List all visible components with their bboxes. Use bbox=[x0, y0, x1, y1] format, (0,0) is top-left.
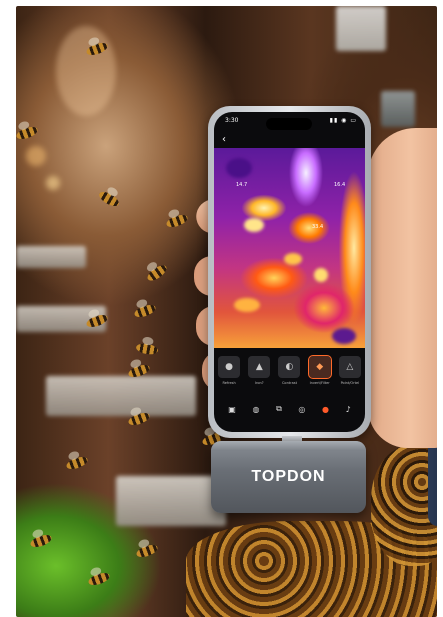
bee bbox=[134, 542, 160, 560]
hot-spot bbox=[284, 253, 302, 265]
hot-spot bbox=[314, 268, 328, 282]
bee bbox=[96, 189, 122, 209]
wall-bracket bbox=[381, 91, 415, 127]
refresh-icon: ● bbox=[218, 356, 241, 378]
gallery-icon[interactable]: ▣ bbox=[228, 405, 236, 414]
tool-bar: ▣ ◍ ⧉ ◎ ● ♪ bbox=[220, 402, 359, 416]
bee bbox=[86, 570, 112, 588]
mode-invert[interactable]: ◆ Invert/Filter bbox=[307, 355, 333, 396]
point-icon: △ bbox=[338, 356, 361, 378]
bee bbox=[164, 212, 190, 230]
mode-label: Invert/Filter bbox=[309, 381, 330, 385]
bee bbox=[126, 410, 152, 428]
palette-icon: ▲ bbox=[248, 356, 271, 378]
record-icon[interactable]: ● bbox=[322, 405, 329, 414]
copy-icon[interactable]: ⧉ bbox=[276, 404, 282, 414]
mode-label: Iron? bbox=[254, 381, 264, 385]
mode-refresh[interactable]: ● Refresh bbox=[216, 356, 242, 396]
temperature-readout: 14.7 bbox=[236, 182, 248, 188]
mode-bar: ● Refresh ▲ Iron? ◐ Contrast ◆ Invert/Fi… bbox=[214, 355, 365, 396]
bokeh-light bbox=[56, 26, 116, 116]
mode-point[interactable]: △ Point/Ortel bbox=[337, 356, 363, 396]
bee bbox=[135, 342, 159, 356]
settings-icon[interactable]: ◍ bbox=[252, 405, 259, 414]
mode-label: Contrast bbox=[281, 381, 297, 385]
bee bbox=[28, 532, 54, 550]
mode-contrast[interactable]: ◐ Contrast bbox=[276, 356, 302, 396]
contrast-icon: ◐ bbox=[278, 356, 301, 378]
brand-logo: TOPDON bbox=[251, 468, 326, 485]
hive-plank bbox=[16, 246, 86, 268]
hot-spot bbox=[234, 298, 260, 312]
bee bbox=[64, 454, 90, 472]
status-icons: ▮▮ ◉ ▭ bbox=[329, 117, 357, 124]
mode-iron[interactable]: ▲ Iron? bbox=[246, 356, 272, 396]
status-time: 3:30 bbox=[225, 117, 239, 124]
mode-label: Point/Ortel bbox=[340, 381, 360, 385]
hive-sign bbox=[336, 6, 386, 51]
thermal-camera-module: TOPDON bbox=[211, 441, 366, 513]
audio-icon[interactable]: ♪ bbox=[346, 405, 351, 414]
dynamic-island bbox=[266, 118, 312, 130]
hive-plank bbox=[116, 476, 226, 526]
mode-label: Refresh bbox=[222, 381, 236, 385]
bokeh-light bbox=[46, 176, 60, 190]
temperature-readout: 16.4 bbox=[334, 182, 346, 188]
target-icon[interactable]: ◎ bbox=[298, 405, 305, 414]
hot-spot bbox=[244, 218, 264, 232]
hive-plank bbox=[46, 376, 196, 416]
module-top-edge bbox=[211, 441, 366, 451]
back-icon[interactable]: ‹ bbox=[222, 134, 226, 145]
smartphone: 3:30 ▮▮ ◉ ▭ ‹ 14.7 16.4 33.4 ● Refresh ▲… bbox=[208, 106, 371, 438]
temperature-readout: 33.4 bbox=[312, 224, 324, 230]
invert-icon: ◆ bbox=[307, 355, 332, 379]
cool-spot bbox=[332, 328, 356, 344]
cool-spot bbox=[226, 158, 252, 178]
bee bbox=[145, 262, 169, 284]
bee bbox=[16, 124, 40, 142]
thermal-image: 14.7 16.4 33.4 bbox=[214, 148, 365, 348]
bee bbox=[132, 302, 158, 320]
hand bbox=[368, 128, 437, 448]
phone-screen: 3:30 ▮▮ ◉ ▭ ‹ 14.7 16.4 33.4 ● Refresh ▲… bbox=[214, 112, 365, 432]
bokeh-light bbox=[26, 146, 46, 166]
